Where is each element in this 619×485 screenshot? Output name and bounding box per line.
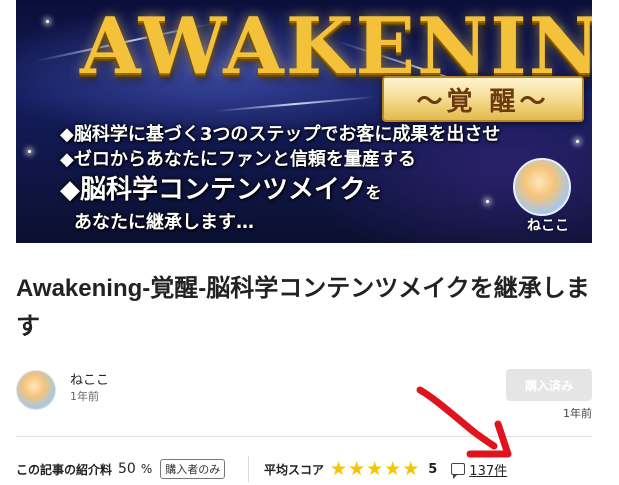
buyers-only-badge: 購入者のみ xyxy=(160,459,226,479)
banner-highlight-suffix: を xyxy=(365,183,382,202)
banner-highlight-text: ◆脳科学コンテンツメイク xyxy=(60,175,366,205)
banner-text: ◆脳科学に基づく3つのステップでお客に成果を出させ ◆ゼロからあなたにファンと信… xyxy=(60,122,520,236)
author-post-time: 1年前 xyxy=(70,390,99,403)
annotation-arrow-icon xyxy=(416,386,512,458)
star-icon: ★ xyxy=(330,458,348,480)
sparkle-icon xyxy=(46,20,49,23)
purchase-time: 1年前 xyxy=(563,407,592,420)
lightning-decoration xyxy=(215,96,376,112)
sparkle-icon xyxy=(28,150,31,153)
author-avatar[interactable] xyxy=(16,370,56,410)
referral-fee: この記事の紹介料 50 % 購入者のみ xyxy=(16,458,226,480)
banner-line-highlight: ◆脳科学コンテンツメイクを xyxy=(60,173,520,210)
author-name[interactable]: ねここ xyxy=(70,369,109,388)
referral-fee-value: 50 xyxy=(118,461,136,477)
article-title: Awakening-覚醒-脳科学コンテンツメイクを継承します xyxy=(16,275,590,340)
banner-avatar xyxy=(513,158,571,216)
banner-line: あなたに継承します… xyxy=(74,212,254,233)
star-icon: ★ xyxy=(366,458,384,480)
banner-line: ◆脳科学に基づく3つのステップでお客に成果を出させ xyxy=(60,124,501,145)
average-score-label: 平均スコア xyxy=(264,462,325,477)
star-icon: ★ xyxy=(348,458,366,480)
banner-avatar-label: ねここ xyxy=(527,218,569,234)
vertical-divider xyxy=(248,456,249,482)
hero-banner: AWAKENING ～覚 醒～ ◆脳科学に基づく3つのステップでお客に成果を出さ… xyxy=(16,0,592,243)
referral-fee-label: この記事の紹介料 xyxy=(16,462,113,477)
sparkle-icon xyxy=(576,140,579,143)
referral-fee-unit: % xyxy=(140,462,153,476)
star-icon: ★ xyxy=(384,458,402,480)
banner-subtitle: ～覚 醒～ xyxy=(382,76,584,122)
comment-icon[interactable] xyxy=(451,463,466,479)
banner-line: ◆ゼロからあなたにファンと信頼を量産する xyxy=(60,149,416,170)
